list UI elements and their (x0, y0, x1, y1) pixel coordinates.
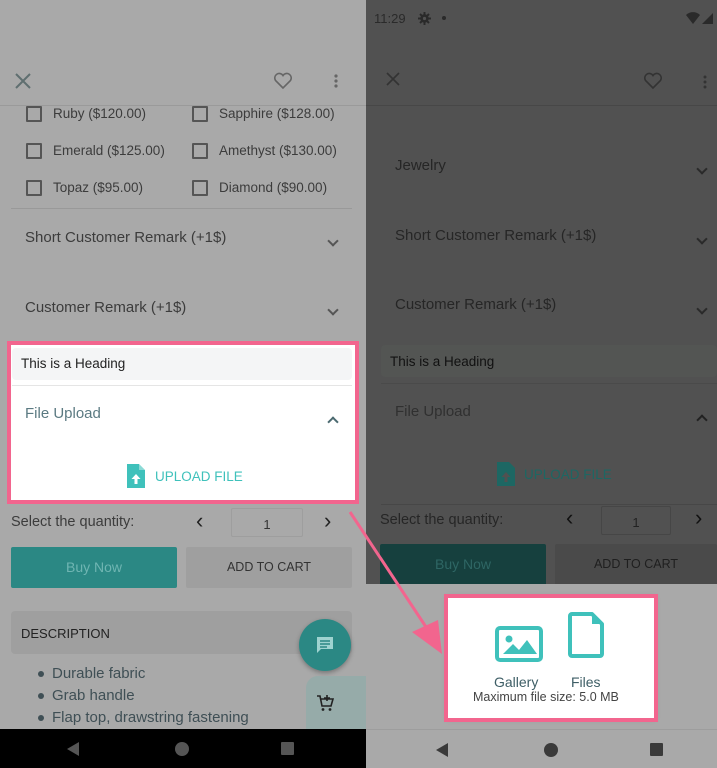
quantity-increment[interactable]: › (695, 505, 702, 531)
buy-now-button[interactable]: Buy Now (11, 547, 177, 588)
add-to-cart-button[interactable]: ADD TO CART (186, 547, 352, 588)
buy-now-button[interactable]: Buy Now (380, 544, 546, 584)
file-upload-label: File Upload (395, 403, 471, 420)
buy-now-label: Buy Now (434, 556, 492, 572)
checkbox[interactable] (26, 143, 42, 159)
option-label: Sapphire ($128.00) (219, 106, 335, 121)
option-label: Ruby ($120.00) (53, 106, 147, 121)
more-vert-icon[interactable] (703, 75, 707, 89)
option-label: Emerald ($125.00) (53, 143, 165, 158)
chevron-down-icon (696, 233, 708, 245)
upload-file-label: UPLOAD FILE (524, 467, 612, 482)
signal-icon (702, 13, 713, 24)
section-label: Customer Remark (+1$) (395, 296, 557, 313)
chevron-down-icon (696, 163, 708, 175)
settings-icon (418, 12, 431, 25)
status-time: 11:29 (374, 11, 406, 26)
nav-back-icon[interactable] (67, 742, 79, 756)
checkbox[interactable] (26, 106, 42, 122)
checkbox[interactable] (192, 143, 208, 159)
notification-dot-icon (442, 16, 446, 20)
right-screen: 11:29 Jewelry Short Customer Remark (+1$… (366, 0, 717, 768)
section-label: Customer Remark (+1$) (25, 299, 187, 316)
left-screen: Ruby ($120.00) Sapphire ($128.00) Emeral… (0, 0, 366, 768)
section-label: Short Customer Remark (+1$) (25, 229, 227, 246)
chevron-down-icon (327, 304, 339, 316)
quick-add-cart-tab[interactable] (306, 676, 366, 730)
nav-recents-icon[interactable] (650, 743, 663, 756)
system-nav-bar (0, 729, 366, 768)
close-icon[interactable] (14, 72, 32, 90)
chevron-down-icon (696, 303, 708, 315)
add-to-cart-label: ADD TO CART (593, 557, 679, 571)
system-nav-bar (366, 729, 717, 768)
quantity-value: 1 (632, 515, 640, 530)
heart-outline-icon[interactable] (643, 72, 663, 95)
quantity-input[interactable]: 1 (231, 508, 303, 537)
option-label: Amethyst ($130.00) (219, 143, 337, 158)
checkbox[interactable] (26, 180, 42, 196)
quantity-decrement[interactable]: ‹ (566, 505, 573, 531)
quantity-input[interactable]: 1 (601, 506, 671, 535)
nav-home-icon[interactable] (175, 742, 189, 756)
highlight-box (7, 341, 359, 504)
add-to-cart-label: ADD TO CART (226, 560, 312, 574)
toolbar-divider (366, 105, 717, 106)
buy-now-label: Buy Now (65, 559, 123, 575)
divider (381, 383, 717, 384)
highlight-box (444, 594, 658, 722)
nav-recents-icon[interactable] (281, 742, 294, 755)
add-to-cart-button[interactable]: ADD TO CART (555, 544, 717, 584)
list-item: Durable fabric (38, 665, 249, 687)
quantity-label: Select the quantity: (380, 512, 504, 528)
list-item: Grab handle (38, 687, 249, 709)
chat-fab[interactable] (299, 619, 351, 671)
close-icon[interactable] (386, 72, 400, 86)
quantity-label: Select the quantity: (11, 514, 135, 530)
description-list: Durable fabric Grab handle Flap top, dra… (38, 665, 249, 731)
quantity-increment[interactable]: › (324, 508, 331, 534)
option-label: Topaz ($95.00) (53, 180, 144, 195)
checkbox[interactable] (192, 106, 208, 122)
chevron-up-icon (696, 414, 708, 426)
list-item: Flap top, drawstring fastening (38, 709, 249, 731)
add-shopping-cart-icon (317, 695, 334, 711)
checkbox[interactable] (192, 180, 208, 196)
heart-outline-icon[interactable] (273, 72, 293, 95)
section-label: Jewelry (395, 157, 446, 174)
option-label: Diamond ($90.00) (219, 180, 328, 195)
section-label: Short Customer Remark (+1$) (395, 227, 597, 244)
quantity-value: 1 (263, 517, 271, 532)
divider (11, 208, 352, 209)
file-upload-icon (497, 462, 515, 486)
divider (381, 504, 717, 505)
description-title: DESCRIPTION (21, 626, 110, 641)
more-vert-icon[interactable] (334, 74, 338, 88)
nav-back-icon[interactable] (436, 743, 448, 757)
quantity-decrement[interactable]: ‹ (196, 508, 203, 534)
heading-text: This is a Heading (390, 354, 495, 369)
chat-icon (317, 637, 333, 653)
wifi-icon (686, 12, 700, 24)
chevron-down-icon (327, 235, 339, 247)
nav-home-icon[interactable] (544, 743, 558, 757)
heading-bar: This is a Heading (381, 345, 717, 377)
